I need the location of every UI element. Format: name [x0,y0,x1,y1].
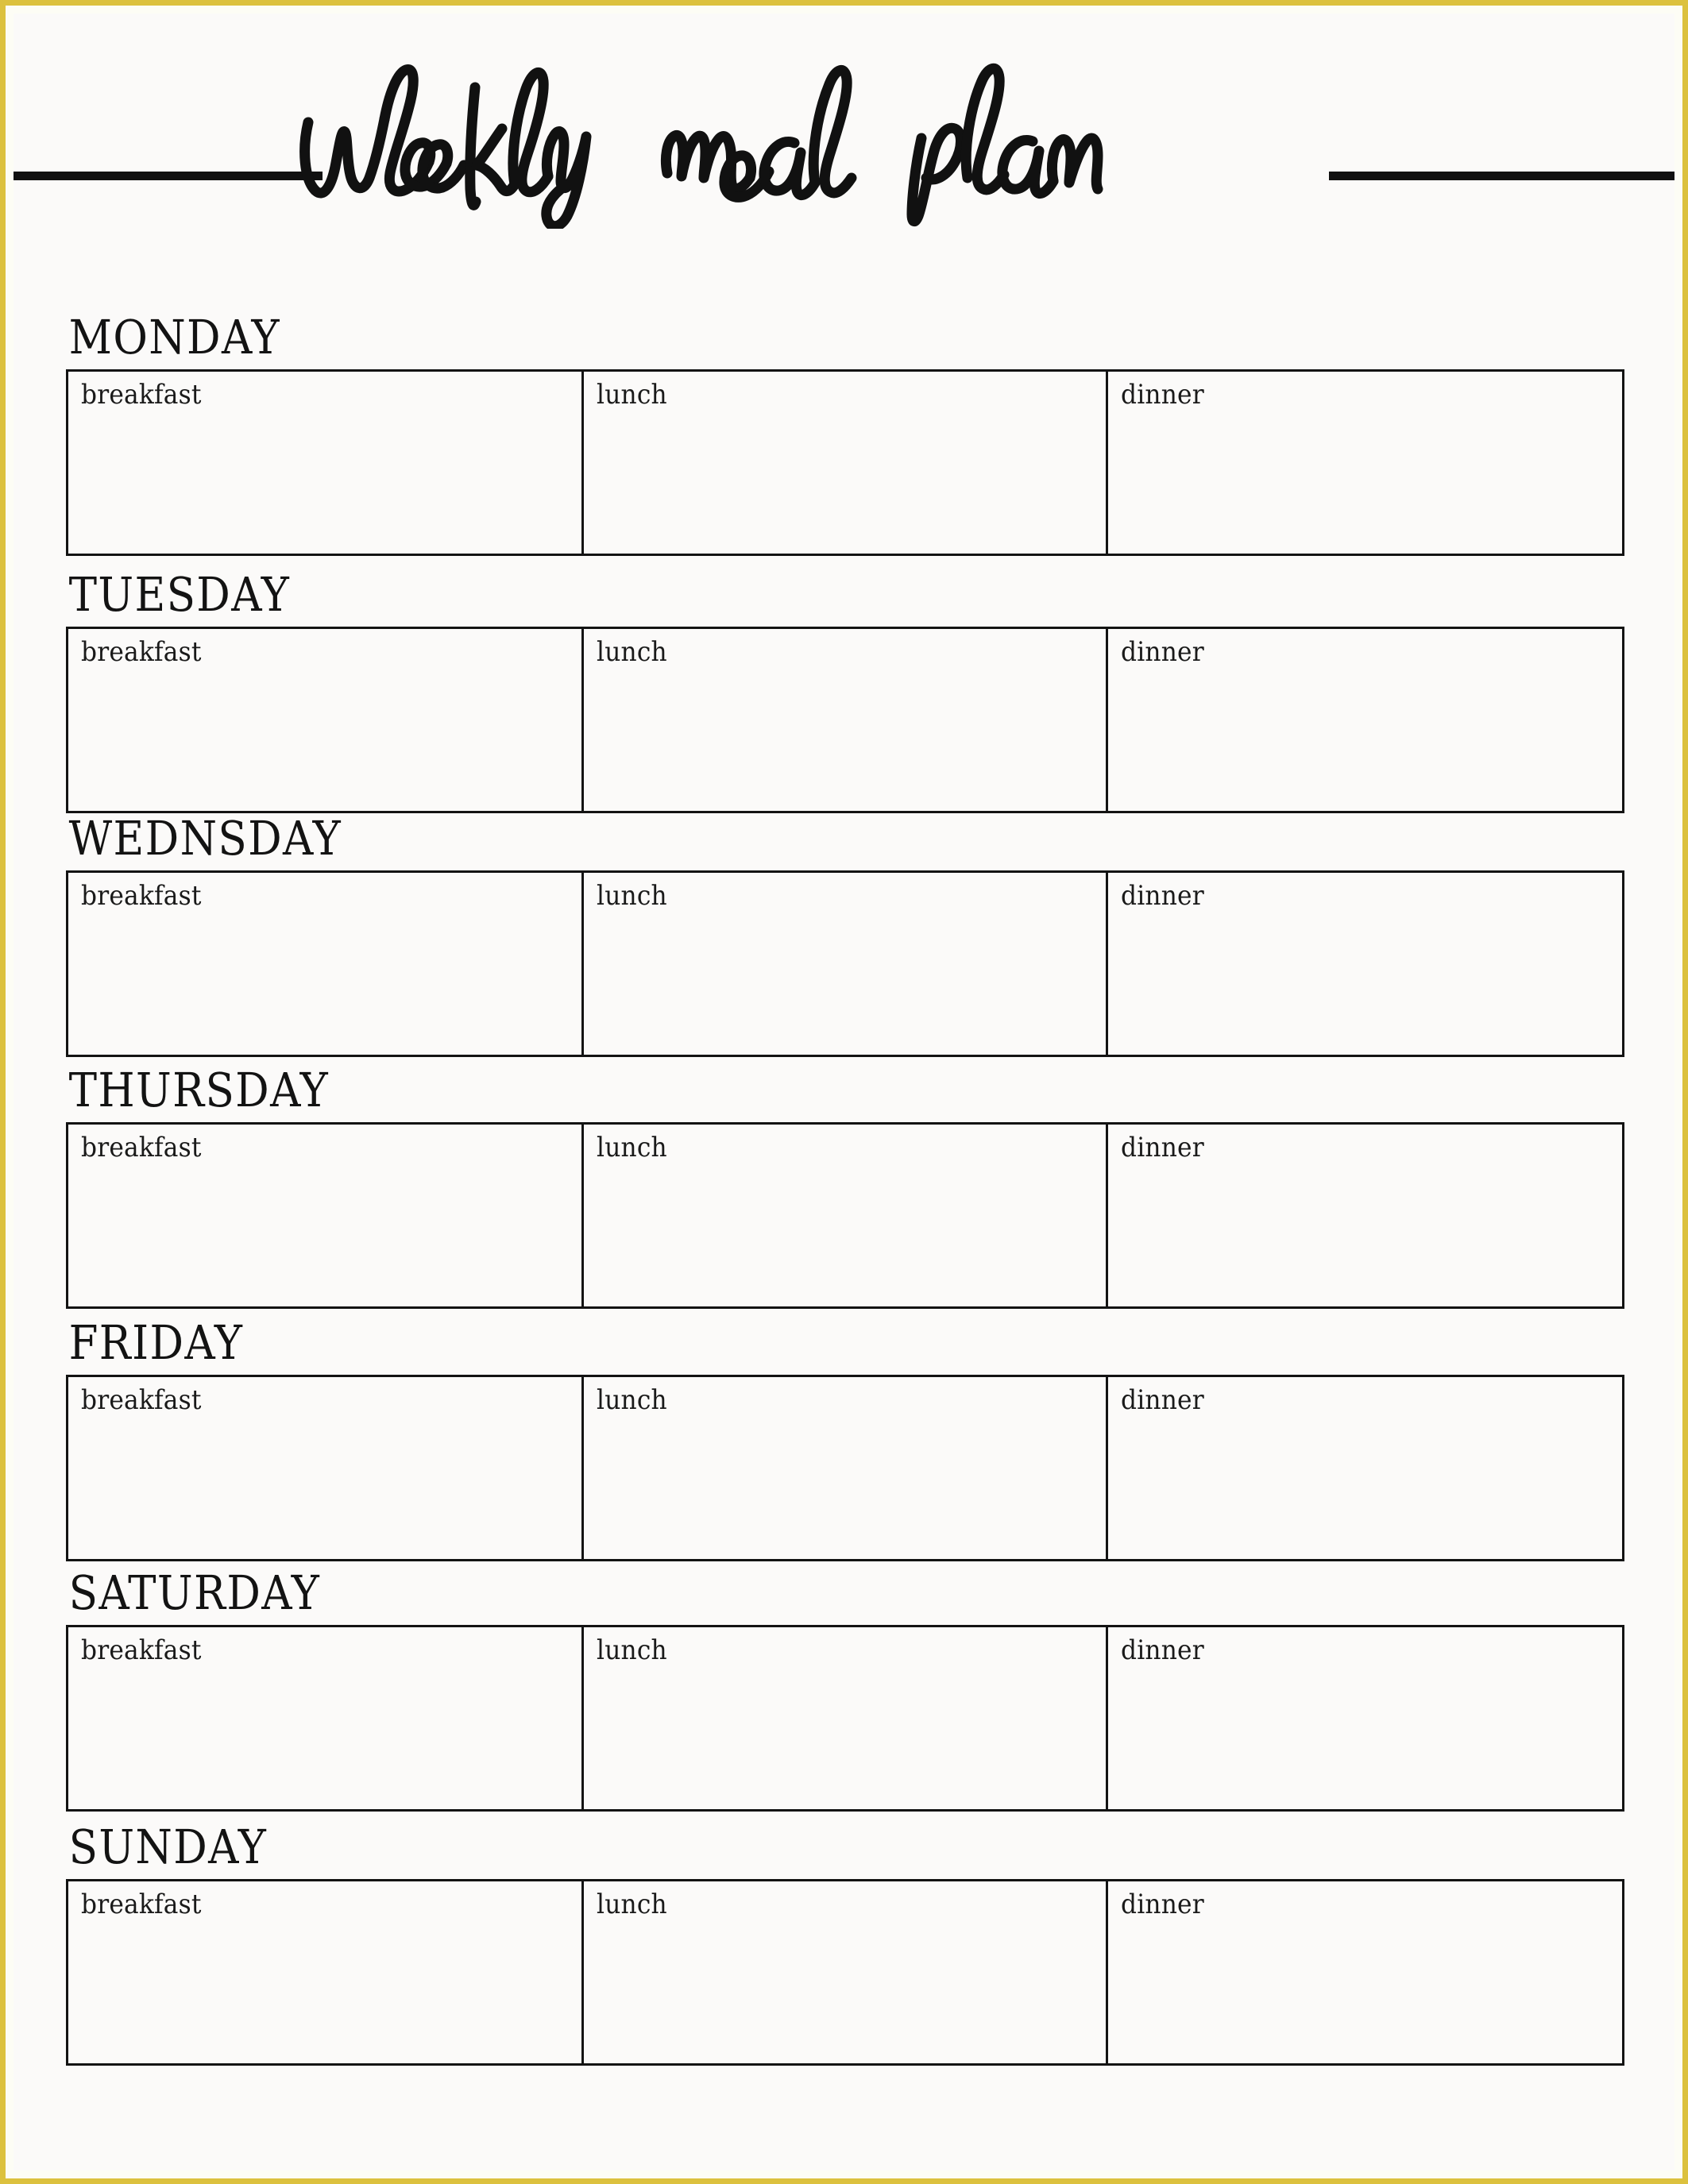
meal-label-breakfast: breakfast [81,1889,202,1920]
meal-label-dinner: dinner [1121,636,1204,668]
day-heading-thursday: THURSDAY [68,1063,330,1117]
decorative-rule-right-icon [1329,172,1685,180]
meal-plan-page: weekly meal plan MONDAY breakfast lunch … [0,0,1688,2184]
meal-cell-saturday-breakfast[interactable]: breakfast [68,1627,584,1809]
meal-table-tuesday: breakfast lunch dinner [66,627,1624,813]
meal-label-breakfast: breakfast [81,379,202,411]
meal-cell-saturday-lunch[interactable]: lunch [584,1627,1108,1809]
day-block-thursday: THURSDAY breakfast lunch dinner [66,1066,1624,1309]
meal-label-lunch: lunch [597,1384,667,1416]
day-heading-friday: FRIDAY [68,1315,244,1370]
meal-label-lunch: lunch [597,1634,667,1666]
meal-cell-sunday-breakfast[interactable]: breakfast [68,1881,584,2063]
meal-cell-thursday-dinner[interactable]: dinner [1108,1125,1622,1306]
day-heading-wednesday: WEDNSDAY [68,811,342,866]
meal-cell-monday-breakfast[interactable]: breakfast [68,372,584,554]
meal-cell-thursday-lunch[interactable]: lunch [584,1125,1108,1306]
meal-table-saturday: breakfast lunch dinner [66,1625,1624,1812]
meal-label-dinner: dinner [1121,1634,1204,1666]
meal-label-breakfast: breakfast [81,1634,202,1666]
day-block-tuesday: TUESDAY breakfast lunch dinner [66,570,1624,813]
meal-label-breakfast: breakfast [81,1384,202,1416]
meal-table-monday: breakfast lunch dinner [66,369,1624,556]
meal-cell-tuesday-breakfast[interactable]: breakfast [68,629,584,811]
meal-cell-tuesday-dinner[interactable]: dinner [1108,629,1622,811]
meal-label-lunch: lunch [597,880,667,912]
meal-cell-monday-lunch[interactable]: lunch [584,372,1108,554]
meal-label-lunch: lunch [597,636,667,668]
meal-label-breakfast: breakfast [81,1132,202,1163]
day-block-monday: MONDAY breakfast lunch dinner [66,313,1624,556]
meal-label-dinner: dinner [1121,880,1204,912]
meal-label-lunch: lunch [597,1889,667,1920]
meal-cell-sunday-lunch[interactable]: lunch [584,1881,1108,2063]
day-heading-tuesday: TUESDAY [68,567,291,622]
meal-cell-friday-dinner[interactable]: dinner [1108,1377,1622,1559]
meal-table-sunday: breakfast lunch dinner [66,1879,1624,2066]
meal-label-dinner: dinner [1121,379,1204,411]
day-heading-saturday: SATURDAY [68,1565,321,1620]
meal-table-friday: breakfast lunch dinner [66,1375,1624,1561]
meal-cell-saturday-dinner[interactable]: dinner [1108,1627,1622,1809]
decorative-rule-left-icon [2,172,323,180]
meal-table-wednesday: breakfast lunch dinner [66,870,1624,1057]
meal-label-breakfast: breakfast [81,880,202,912]
day-heading-sunday: SUNDAY [68,1819,268,1874]
meal-label-lunch: lunch [597,379,667,411]
meal-label-dinner: dinner [1121,1889,1204,1920]
day-block-friday: FRIDAY breakfast lunch dinner [66,1318,1624,1561]
meal-cell-wednesday-breakfast[interactable]: breakfast [68,873,584,1055]
meal-cell-thursday-breakfast[interactable]: breakfast [68,1125,584,1306]
meal-label-dinner: dinner [1121,1384,1204,1416]
meal-cell-friday-breakfast[interactable]: breakfast [68,1377,584,1559]
day-block-wednesday: WEDNSDAY breakfast lunch dinner [66,814,1624,1057]
day-heading-monday: MONDAY [68,310,280,365]
page-header: weekly meal plan [0,0,1688,262]
meal-label-dinner: dinner [1121,1132,1204,1163]
meal-cell-wednesday-lunch[interactable]: lunch [584,873,1108,1055]
meal-label-breakfast: breakfast [81,636,202,668]
meal-table-thursday: breakfast lunch dinner [66,1122,1624,1309]
day-block-sunday: SUNDAY breakfast lunch dinner [66,1823,1624,2066]
meal-cell-monday-dinner[interactable]: dinner [1108,372,1622,554]
day-block-saturday: SATURDAY breakfast lunch dinner [66,1569,1624,1812]
meal-cell-sunday-dinner[interactable]: dinner [1108,1881,1622,2063]
meal-cell-friday-lunch[interactable]: lunch [584,1377,1108,1559]
meal-label-lunch: lunch [597,1132,667,1163]
meal-cell-wednesday-dinner[interactable]: dinner [1108,873,1622,1055]
page-title: weekly meal plan [294,46,1335,229]
meal-cell-tuesday-lunch[interactable]: lunch [584,629,1108,811]
